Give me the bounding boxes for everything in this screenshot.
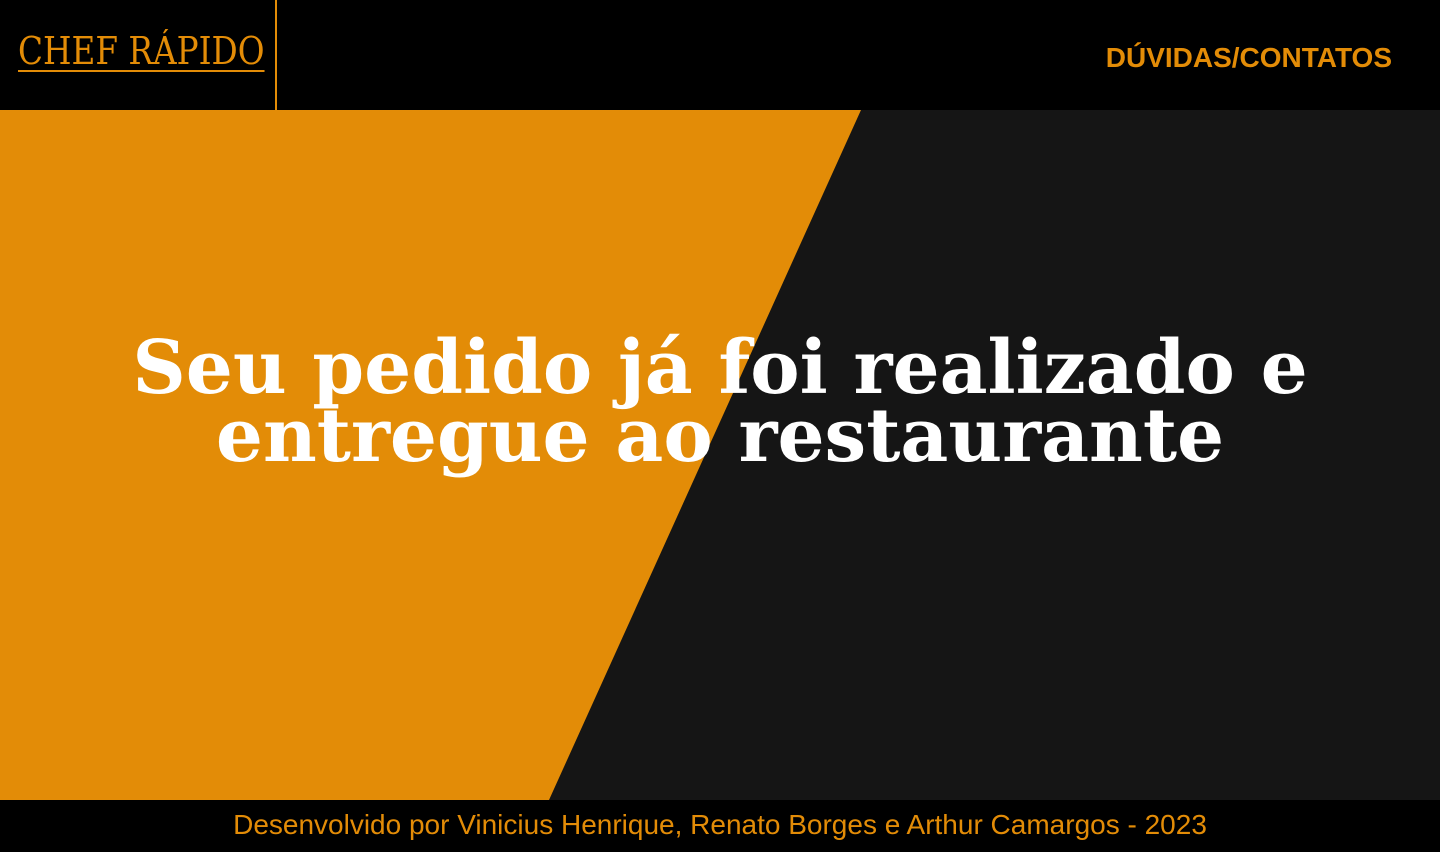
duvidas-contatos-link[interactable]: DÚVIDAS/CONTATOS [1106, 44, 1392, 72]
logo-divider [275, 0, 277, 110]
page-footer: Desenvolvido por Vinicius Henrique, Rena… [0, 800, 1440, 852]
hero-banner: Seu pedido já foi realizado e entregue a… [0, 110, 1440, 800]
footer-credits: Desenvolvido por Vinicius Henrique, Rena… [233, 809, 1207, 840]
chef-rapido-logo[interactable]: CHEF RÁPIDO [18, 32, 265, 70]
top-navbar: CHEF RÁPIDO DÚVIDAS/CONTATOS [0, 0, 1440, 110]
title-line-2: entregue ao restaurante [215, 393, 1225, 479]
order-confirmation-title: Seu pedido já foi realizado e entregue a… [0, 325, 1440, 479]
title-line-1: Seu pedido já foi realizado e [132, 325, 1308, 411]
